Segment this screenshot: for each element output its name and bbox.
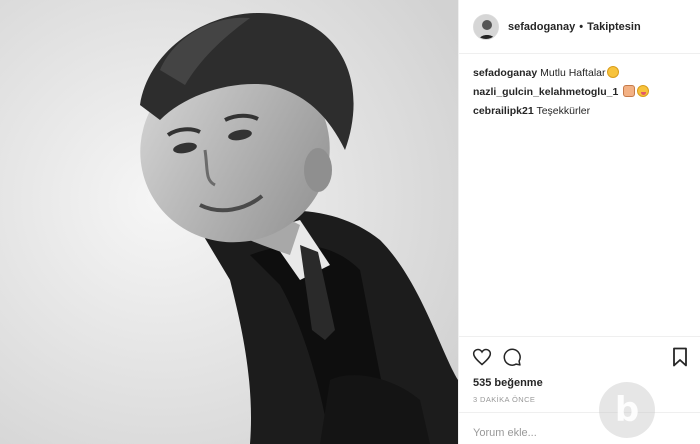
- post-header: sefadoganay • Takiptesin: [459, 0, 700, 54]
- separator-dot: •: [579, 20, 584, 33]
- header-text: sefadoganay • Takiptesin: [508, 21, 641, 33]
- comment-text: Mutlu Haftalar: [540, 67, 606, 79]
- instagram-post: sefadoganay • Takiptesin sefadoganay Mut…: [0, 0, 700, 444]
- comment-item: sefadoganay Mutlu Haftalar: [473, 66, 695, 80]
- watermark-letter: b: [614, 390, 640, 430]
- actions-bar: 535 beğenme 3 DAKİKA ÖNCE b: [459, 336, 700, 444]
- header-username[interactable]: sefadoganay: [508, 21, 575, 33]
- follow-status[interactable]: Takiptesin: [587, 21, 641, 33]
- comment-text: Teşekkürler: [536, 105, 591, 117]
- comment-icon[interactable]: [502, 347, 522, 367]
- post-timestamp: 3 DAKİKA ÖNCE: [473, 395, 536, 404]
- action-icons: [472, 347, 522, 367]
- comments-list: sefadoganay Mutlu Haftalar nazli_gulcin_…: [473, 66, 695, 123]
- comment-item: cebrailipk21 Teşekkürler: [473, 104, 695, 118]
- post-photo[interactable]: [0, 0, 458, 444]
- comment-username[interactable]: nazli_gulcin_kelahmetoglu_1: [473, 86, 618, 98]
- smile-emoji-icon: [607, 66, 620, 78]
- comment-username[interactable]: cebrailipk21: [473, 105, 534, 117]
- likes-count[interactable]: 535 beğenme: [473, 377, 543, 389]
- watermark-logo: b: [599, 382, 655, 438]
- comment-box: [459, 412, 700, 444]
- avatar[interactable]: [473, 13, 499, 40]
- post-side-panel: sefadoganay • Takiptesin sefadoganay Mut…: [458, 0, 700, 444]
- tongue-emoji-icon: [637, 85, 650, 97]
- bookmark-icon[interactable]: [671, 347, 689, 367]
- heart-icon[interactable]: [472, 347, 492, 367]
- avatar-icon: [474, 14, 498, 39]
- portrait-image: [0, 0, 458, 444]
- comment-item: nazli_gulcin_kelahmetoglu_1: [473, 85, 695, 99]
- comment-username[interactable]: sefadoganay: [473, 67, 537, 79]
- person-emoji-icon: [623, 85, 636, 97]
